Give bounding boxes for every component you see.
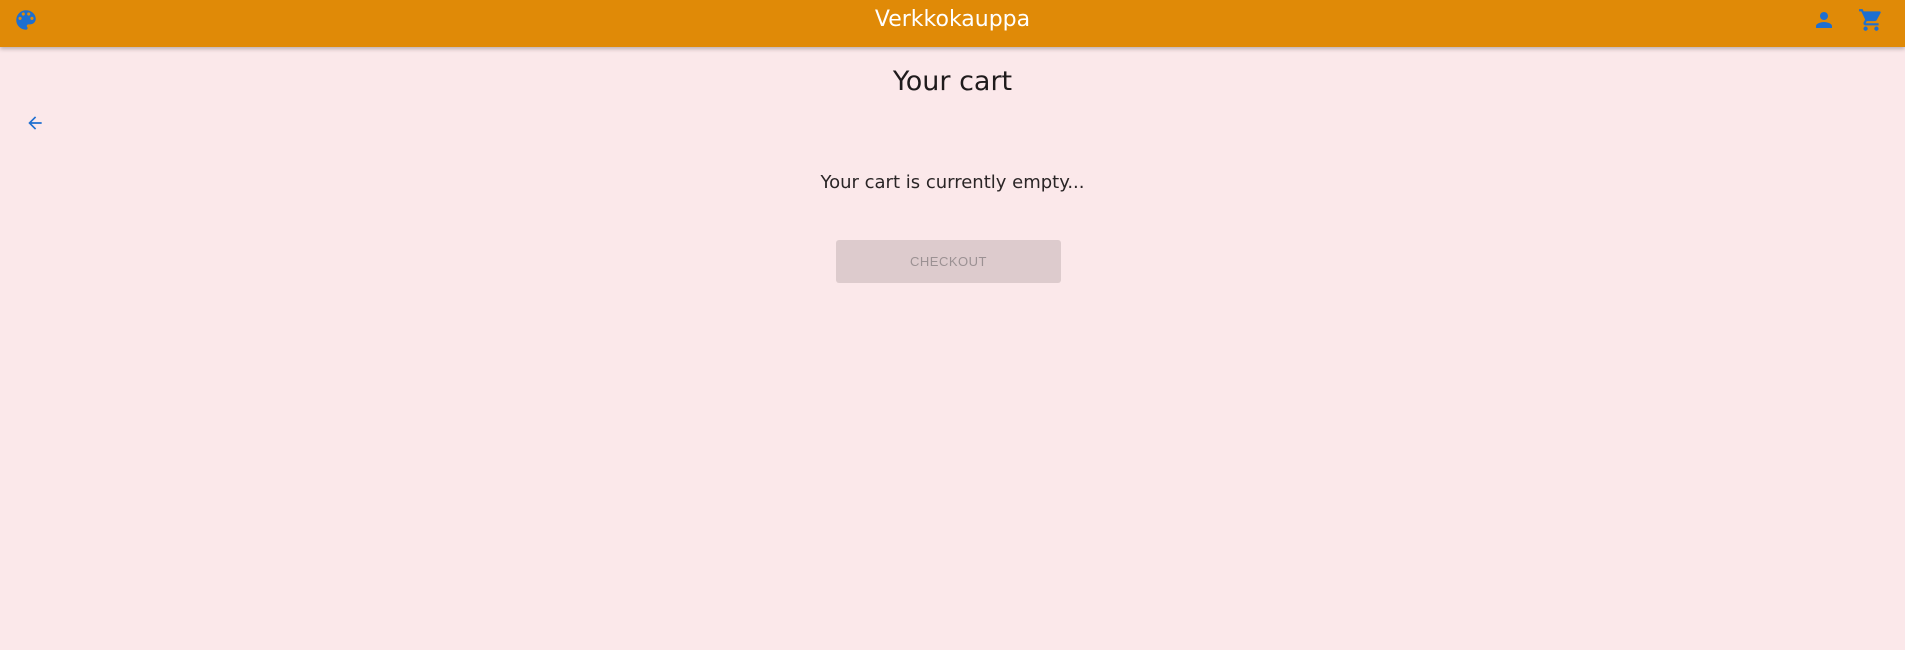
app-bar: Verkkokauppa [0,0,1905,47]
shopping-cart-icon [1859,9,1881,31]
account-button[interactable] [1808,4,1840,36]
app-title[interactable]: Verkkokauppa [0,0,1905,40]
account-icon [1816,12,1832,28]
empty-cart-message: Your cart is currently empty... [820,172,1085,193]
cart-button[interactable] [1855,4,1887,36]
page-title: Your cart [892,66,1013,97]
arrow-back-icon [28,116,42,130]
checkout-button[interactable]: CHECKOUT [836,240,1061,283]
back-button[interactable] [19,107,51,139]
